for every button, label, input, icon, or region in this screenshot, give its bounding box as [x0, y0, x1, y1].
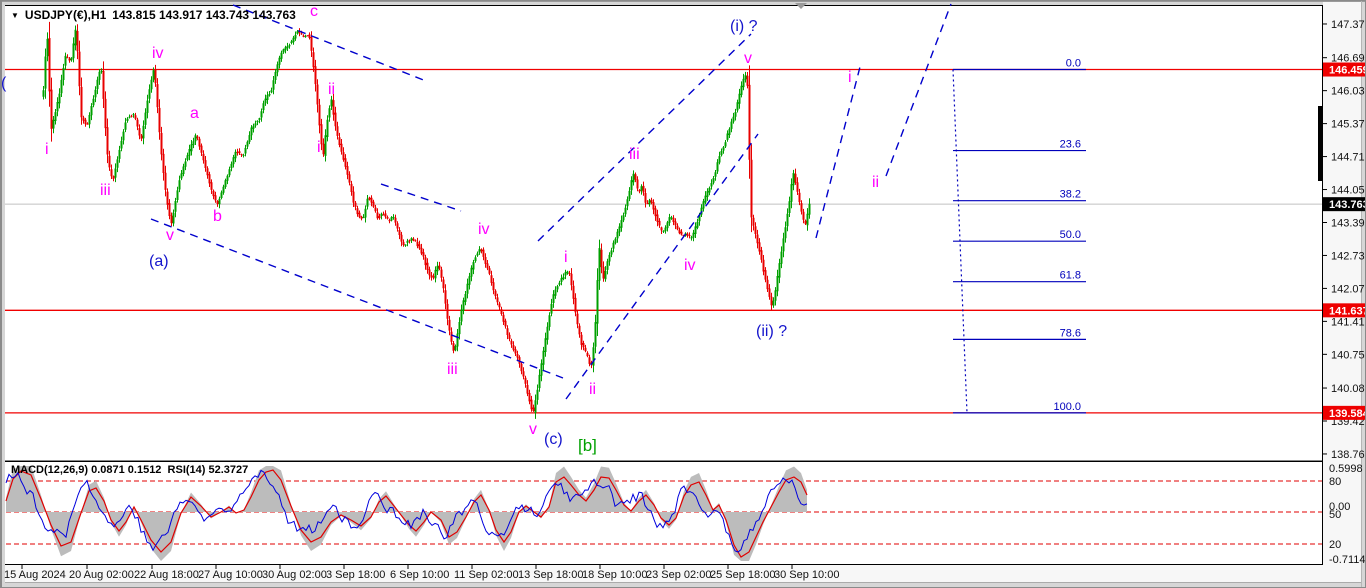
price-badge-label: 139.584: [1329, 408, 1366, 420]
wave-label-a[interactable]: a: [190, 105, 199, 122]
time-tick-label: 27 Aug 10:00: [198, 569, 263, 581]
wave-label-i[interactable]: i: [564, 249, 568, 266]
wave-label-iii[interactable]: iii: [100, 182, 111, 199]
indicator-axis-label: 80: [1329, 476, 1341, 488]
wave-label-v[interactable]: v: [529, 421, 537, 438]
chart-title: ▼ USDJPY(€),H1 143.815 143.917 143.743 1…: [11, 8, 296, 22]
wave-label-v[interactable]: v: [166, 227, 174, 244]
price-badge-label: 143.763: [1329, 199, 1366, 211]
fib-level-label: 100.0: [1053, 401, 1081, 413]
time-tick-label: 15 Aug 2024: [4, 569, 66, 581]
price-tick-label: 144.056: [1331, 185, 1366, 197]
price-tick-label: 140.756: [1331, 349, 1366, 361]
wave-label-[b][interactable]: [b]: [578, 436, 597, 455]
wave-label-i[interactable]: i: [317, 139, 321, 156]
fib-level-label: 23.6: [1060, 139, 1081, 151]
wave-label-c[interactable]: c: [310, 3, 318, 20]
wave-label-ii[interactable]: ii: [328, 81, 335, 98]
time-tick-label: 20 Aug 02:00: [69, 569, 134, 581]
fib-level-label: 38.2: [1060, 189, 1081, 201]
indicator-axis-label: 20: [1329, 539, 1341, 551]
price-tick-label: 145.376: [1331, 119, 1366, 131]
indicator-axis-label: 50: [1329, 509, 1341, 521]
time-tick-label: 18 Sep 10:00: [582, 569, 647, 581]
time-tick-label: 25 Sep 18:00: [710, 569, 775, 581]
ohlc-values: 143.815 143.917 143.743 143.763: [112, 8, 296, 22]
wave-label-(i)?[interactable]: (i) ?: [730, 18, 758, 35]
wave-label-ii[interactable]: ii: [589, 381, 596, 398]
wave-label-(a)[interactable]: (a): [149, 253, 169, 270]
price-tick-label: 138.761: [1331, 449, 1366, 461]
time-tick-label: 13 Sep 18:00: [518, 569, 583, 581]
wave-label-iii[interactable]: iii: [447, 361, 458, 378]
price-badge-label: 141.637: [1329, 305, 1366, 317]
wave-label-i[interactable]: i: [45, 141, 49, 158]
price-tick-label: 147.371: [1331, 19, 1366, 31]
time-tick-label: 3 Sep 18:00: [326, 569, 385, 581]
fib-level-label: 0.0: [1066, 58, 1081, 70]
symbol-label: USDJPY(€),H1: [25, 8, 106, 22]
wave-label-iv[interactable]: iv: [684, 257, 696, 274]
time-tick-label: 22 Aug 18:00: [134, 569, 199, 581]
price-tick-label: 142.076: [1331, 283, 1366, 295]
chart-window: 0.023.638.250.061.878.6100.0civaiiiibvii…: [0, 0, 1366, 588]
wave-label-([interactable]: (: [1, 75, 7, 92]
wave-label-iv[interactable]: iv: [152, 45, 164, 62]
wave-label-ii[interactable]: ii: [872, 174, 879, 191]
axis-black-bar: [1318, 106, 1323, 181]
indicator-axis-label: -0.7114: [1329, 554, 1366, 566]
fib-level-label: 61.8: [1060, 270, 1081, 282]
wave-label-iii[interactable]: iii: [629, 146, 640, 163]
time-tick-label: 11 Sep 02:00: [454, 569, 519, 581]
price-tick-label: 144.716: [1331, 152, 1366, 164]
price-badge-label: 146.459: [1329, 65, 1366, 77]
time-tick-label: 30 Aug 02:00: [262, 569, 327, 581]
wave-label-(ii)?[interactable]: (ii) ?: [756, 323, 787, 340]
fib-level-label: 50.0: [1060, 229, 1081, 241]
price-tick-label: 143.396: [1331, 217, 1366, 229]
wave-label-iv[interactable]: iv: [478, 221, 490, 238]
wave-label-b[interactable]: b: [213, 208, 222, 225]
object-dropdown-icon[interactable]: ▼: [11, 11, 19, 20]
price-tick-label: 142.736: [1331, 250, 1366, 262]
time-tick-label: 30 Sep 10:00: [774, 569, 839, 581]
chart-canvas[interactable]: 0.023.638.250.061.878.6100.0civaiiiibvii…: [1, 1, 1366, 588]
time-tick-label: 23 Sep 02:00: [646, 569, 711, 581]
indicator-axis-label: 0.5998: [1329, 463, 1363, 475]
indicator-label: MACD(12,26,9) 0.0871 0.1512 RSI(14) 52.3…: [11, 464, 248, 476]
time-tick-label: 6 Sep 10:00: [390, 569, 449, 581]
wave-label-v[interactable]: v: [744, 50, 752, 67]
price-tick-label: 141.416: [1331, 316, 1366, 328]
fib-level-label: 78.6: [1060, 327, 1081, 339]
wave-label-(c)[interactable]: (c): [544, 431, 563, 448]
price-tick-label: 140.081: [1331, 383, 1366, 395]
wave-label-i[interactable]: i: [848, 69, 852, 86]
price-tick-label: 146.036: [1331, 86, 1366, 98]
